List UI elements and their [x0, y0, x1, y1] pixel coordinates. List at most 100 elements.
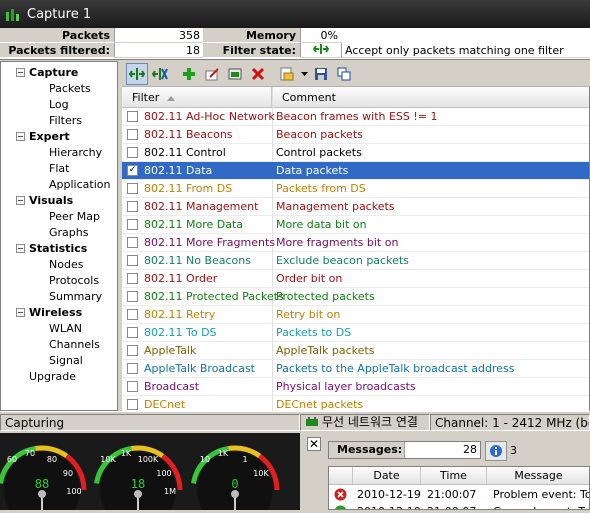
collapse-toggle-icon[interactable]: −	[16, 68, 25, 77]
filter-checkbox[interactable]	[127, 219, 138, 230]
filter-comment: Packets to the AppleTalk broadcast addre…	[276, 362, 515, 375]
table-row[interactable]: 802.11 Ad-Hoc Network Beacon frames with …	[122, 108, 589, 126]
gauge-tick-label: 1	[242, 455, 247, 464]
message-time: 21:00:07	[427, 503, 476, 509]
message-message: Problem event: Total	[493, 488, 589, 501]
filter-checkbox[interactable]	[127, 129, 138, 140]
filter-checkbox[interactable]	[127, 237, 138, 248]
sidebar-group-capture[interactable]: Capture	[29, 65, 78, 81]
filter-checkbox[interactable]	[127, 309, 138, 320]
close-panel-button[interactable]: ✕	[307, 437, 321, 451]
filter-checkbox[interactable]	[127, 363, 138, 374]
sidebar-group-wireless[interactable]: Wireless	[29, 305, 82, 321]
filter-checkbox[interactable]	[127, 345, 138, 356]
table-row[interactable]: AppleTalk Broadcast Packets to the AppleT…	[122, 360, 589, 378]
sidebar-item-upgrade[interactable]: Upgrade	[29, 369, 76, 385]
filter-checkbox[interactable]	[127, 111, 138, 122]
info-icon	[490, 445, 502, 457]
accept-filter-button[interactable]	[126, 62, 148, 85]
filter-checkbox[interactable]	[127, 147, 138, 158]
delete-filter-icon	[251, 67, 265, 80]
filter-name: 802.11 Retry	[144, 308, 216, 321]
packets-filtered-value: 18	[115, 43, 203, 58]
sidebar-item-wlan[interactable]: WLAN	[49, 321, 82, 337]
table-row[interactable]: 802.11 Retry Retry bit on	[122, 306, 589, 324]
collapse-toggle-icon[interactable]: −	[16, 244, 25, 253]
filter-checkbox[interactable]: ✓	[127, 165, 138, 176]
reject-filter-button[interactable]	[149, 63, 171, 85]
filter-name: 802.11 From DS	[144, 182, 233, 195]
sidebar-item-graphs[interactable]: Graphs	[49, 225, 88, 241]
info-filter-button[interactable]	[485, 441, 507, 461]
sidebar-item-application[interactable]: Application	[49, 177, 110, 193]
table-row[interactable]: 802.11 Beacons Beacon packets	[122, 126, 589, 144]
column-header-filter-label: Filter	[132, 91, 160, 104]
table-row[interactable]: 802.11 Order Order bit on	[122, 270, 589, 288]
sidebar-item-flat[interactable]: Flat	[49, 161, 69, 177]
packets-filtered-label: Packets filtered:	[0, 43, 115, 58]
table-row[interactable]: DECnet DECnet packets	[122, 396, 589, 411]
filter-name: Broadcast	[144, 380, 200, 393]
table-row[interactable]: 802.11 More Fragments More fragments bit …	[122, 234, 589, 252]
column-header-time[interactable]: Time	[421, 467, 487, 485]
table-row[interactable]: 802.11 No Beacons Exclude beacon packets	[122, 252, 589, 270]
table-row[interactable]: 802.11 Protected Packets Protected packet…	[122, 288, 589, 306]
table-row[interactable]: 802.11 To DS Packets to DS	[122, 324, 589, 342]
column-header-comment[interactable]: Comment	[272, 87, 589, 108]
filter-state-row: Filter state: Accept only packets matchi…	[203, 43, 590, 58]
table-row[interactable]: ✓ 802.11 Data Data packets	[122, 162, 589, 180]
filter-checkbox[interactable]	[127, 291, 138, 302]
filter-checkbox[interactable]	[127, 201, 138, 212]
import-filter-button[interactable]	[224, 63, 246, 85]
sidebar-group-expert[interactable]: Expert	[29, 129, 70, 145]
collapse-toggle-icon[interactable]: −	[16, 308, 25, 317]
table-row[interactable]: 802.11 From DS Packets from DS	[122, 180, 589, 198]
save-filter-button[interactable]	[310, 63, 332, 85]
delete-filter-button[interactable]	[247, 63, 269, 85]
sidebar-item-packets[interactable]: Packets	[49, 81, 91, 97]
filter-checkbox[interactable]	[127, 273, 138, 284]
sidebar-item-protocols[interactable]: Protocols	[49, 273, 99, 289]
open-filter-button[interactable]	[276, 63, 298, 85]
sidebar-item-filters[interactable]: Filters	[49, 113, 82, 129]
filter-checkbox[interactable]	[127, 327, 138, 338]
gauge: 60 70 80 90 100 88	[0, 445, 87, 513]
filter-checkbox[interactable]	[127, 381, 138, 392]
gauge-panel: 60 70 80 90 100 88 10K 1K 100K 100 1M 18 10 1K 1 10K 0	[0, 433, 300, 513]
collapse-toggle-icon[interactable]: −	[16, 132, 25, 141]
column-header-date[interactable]: Date	[353, 467, 421, 485]
table-row[interactable]: 802.11 Management Management packets	[122, 198, 589, 216]
sidebar-item-summary[interactable]: Summary	[49, 289, 102, 305]
edit-filter-button[interactable]	[201, 63, 223, 85]
column-header-filter[interactable]: Filter	[122, 87, 272, 108]
filter-checkbox[interactable]	[127, 255, 138, 266]
filter-state-label: Filter state:	[203, 43, 301, 58]
column-header-message[interactable]: Message	[487, 467, 589, 485]
column-header-icon[interactable]	[329, 467, 353, 485]
sidebar-item-peer-map[interactable]: Peer Map	[49, 209, 100, 225]
gauge-tick-label: 100K	[138, 455, 159, 464]
sidebar-group-statistics[interactable]: Statistics	[29, 241, 87, 257]
table-row[interactable]: AppleTalk AppleTalk packets	[122, 342, 589, 360]
filter-checkbox[interactable]	[127, 399, 138, 410]
filter-checkbox[interactable]	[127, 183, 138, 194]
gauge: 10K 1K 100K 100 1M 18	[94, 445, 183, 513]
gauge-tick-label: 1K	[121, 449, 132, 458]
app-icon	[6, 9, 19, 21]
table-row[interactable]: Broadcast Physical layer broadcasts	[122, 378, 589, 396]
sidebar-item-hierarchy[interactable]: Hierarchy	[49, 145, 102, 161]
sidebar-group-visuals[interactable]: Visuals	[29, 193, 73, 209]
table-row[interactable]: 802.11 Control Control packets	[122, 144, 589, 162]
collapse-toggle-icon[interactable]: −	[16, 196, 25, 205]
table-row[interactable]: 802.11 More Data More data bit on	[122, 216, 589, 234]
sidebar-item-nodes[interactable]: Nodes	[49, 257, 83, 273]
filter-toolbar	[122, 61, 590, 87]
add-filter-icon	[183, 67, 195, 80]
add-filter-button[interactable]	[178, 63, 200, 85]
sidebar-item-channels[interactable]: Channels	[49, 337, 100, 353]
filter-name: 802.11 Beacons	[144, 128, 233, 141]
sidebar-item-signal[interactable]: Signal	[49, 353, 83, 369]
sidebar-item-log[interactable]: Log	[49, 97, 69, 113]
open-filter-dropdown[interactable]	[299, 63, 309, 85]
duplicate-filter-button[interactable]	[333, 63, 355, 85]
